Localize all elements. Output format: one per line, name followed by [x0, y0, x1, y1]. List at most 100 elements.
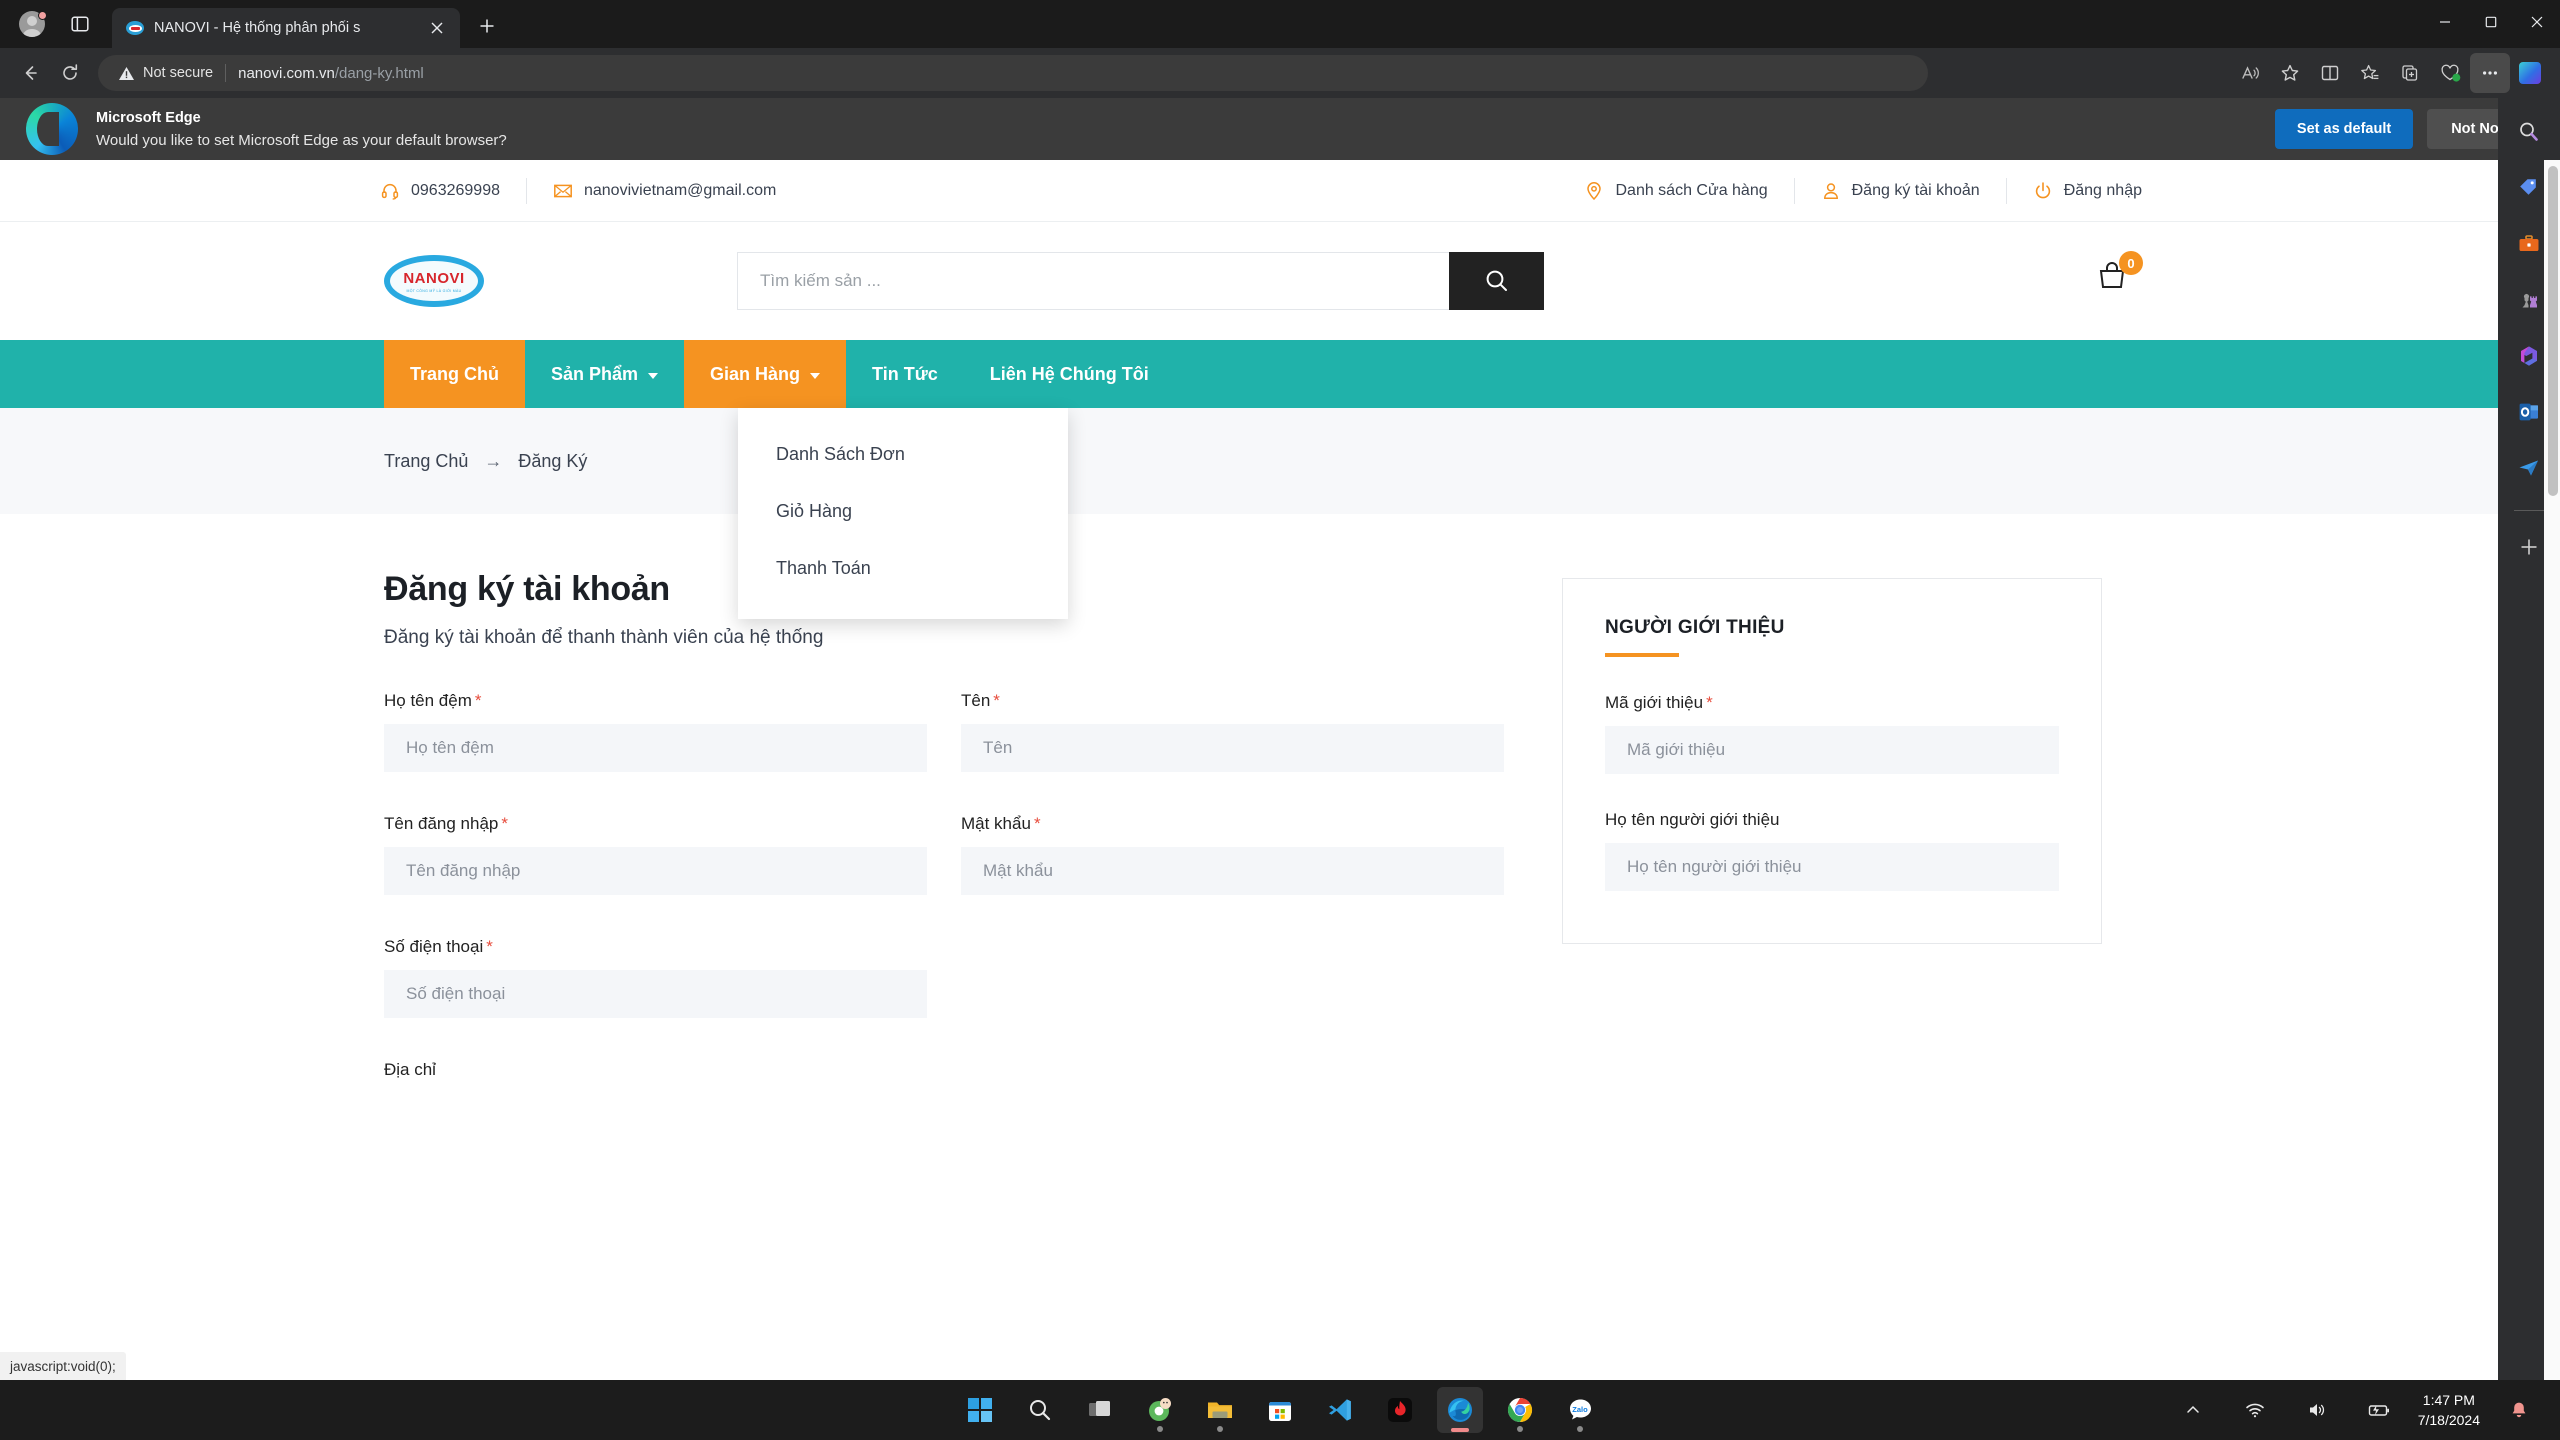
ho-ten-dem-input[interactable] — [384, 724, 927, 772]
field-ho-ten-nguoi-gioi-thieu: Họ tên người giới thiệu — [1605, 810, 2059, 891]
sidebar-add-icon[interactable] — [2509, 527, 2549, 567]
nav-item-san-pham[interactable]: Sản Phẩm — [525, 340, 684, 408]
field-ma-gioi-thieu: Mã giới thiệu* — [1605, 693, 2059, 774]
settings-and-more-icon[interactable] — [2470, 53, 2510, 93]
nav-item-lien-he[interactable]: Liên Hệ Chúng Tôi — [964, 340, 1175, 408]
ho-ten-nguoi-gioi-thieu-input[interactable] — [1605, 843, 2059, 891]
collections-icon[interactable] — [2390, 53, 2430, 93]
dropdown-item-thanh-toan[interactable]: Thanh Toán — [738, 540, 1068, 597]
google-chrome-icon[interactable] — [1497, 1387, 1543, 1433]
browser-titlebar: NANOVI - Hệ thống phân phối s — [0, 0, 2560, 48]
nav-item-tin-tuc[interactable]: Tin Tức — [846, 340, 964, 408]
browser-tab[interactable]: NANOVI - Hệ thống phân phối s — [112, 8, 460, 48]
zalo-icon[interactable]: Zalo — [1557, 1387, 1603, 1433]
sidebar-microsoft-365-icon[interactable] — [2509, 336, 2549, 376]
security-label: Not secure — [143, 65, 213, 81]
nav-item-gian-hang[interactable]: Gian Hàng — [684, 340, 846, 408]
wifi-icon[interactable] — [2232, 1387, 2278, 1433]
task-view-icon[interactable] — [1077, 1387, 1123, 1433]
vscode-icon[interactable] — [1317, 1387, 1363, 1433]
ten-dang-nhap-input[interactable] — [384, 847, 927, 895]
sidebar-search-icon[interactable] — [2509, 112, 2549, 152]
so-dien-thoai-input[interactable] — [384, 970, 927, 1018]
email-contact[interactable]: nanovivietnam@gmail.com — [527, 176, 802, 206]
tab-actions-icon[interactable] — [60, 4, 100, 44]
add-favorite-icon[interactable] — [2270, 53, 2310, 93]
volume-icon[interactable] — [2294, 1387, 2340, 1433]
register-link[interactable]: Đăng ký tài khoản — [1795, 176, 2006, 206]
sidebar-games-icon[interactable] — [2509, 280, 2549, 320]
store-list-link[interactable]: Danh sách Cửa hàng — [1584, 176, 1793, 206]
chevron-down-icon — [810, 373, 820, 379]
close-tab-icon[interactable] — [424, 15, 450, 41]
taskbar-apps: Zalo — [957, 1387, 1603, 1433]
running-indicator — [1517, 1426, 1523, 1432]
ten-input[interactable] — [961, 724, 1504, 772]
sidebar-tools-icon[interactable] — [2509, 224, 2549, 264]
set-as-default-button[interactable]: Set as default — [2275, 109, 2413, 149]
security-app-icon[interactable] — [1137, 1387, 1183, 1433]
field-label: Tên* — [961, 691, 1504, 711]
site-search — [737, 252, 1544, 310]
cart-button[interactable]: 0 — [2094, 259, 2134, 303]
breadcrumb-current: Đăng Ký — [518, 451, 587, 472]
search-submit-button[interactable] — [1449, 252, 1544, 310]
sidebar-outlook-icon[interactable] — [2509, 392, 2549, 432]
notifications-bell-icon[interactable] — [2496, 1387, 2542, 1433]
copilot-icon[interactable] — [2510, 53, 2550, 93]
sidebar-shopping-tag-icon[interactable] — [2509, 168, 2549, 208]
site-logo[interactable]: NANOVI MỘT CÔNG MỸ LÀ GIỚI MÀU — [384, 254, 484, 308]
windows-start-icon[interactable] — [957, 1387, 1003, 1433]
new-tab-button[interactable] — [468, 7, 506, 45]
site-security-indicator[interactable]: Not secure — [110, 65, 213, 82]
prompt-title: Microsoft Edge — [96, 110, 507, 126]
taskbar-clock[interactable]: 1:47 PM 7/18/2024 — [2418, 1390, 2480, 1431]
split-screen-icon[interactable] — [2310, 53, 2350, 93]
show-hidden-icons-icon[interactable] — [2170, 1387, 2216, 1433]
microsoft-edge-icon[interactable] — [1437, 1387, 1483, 1433]
breadcrumb-home[interactable]: Trang Chủ — [384, 451, 468, 472]
search-input[interactable] — [737, 252, 1449, 310]
phone-contact[interactable]: 0963269998 — [380, 176, 526, 206]
tab-title: NANOVI - Hệ thống phân phối s — [154, 20, 424, 36]
field-so-dien-thoai: Số điện thoại* — [384, 937, 927, 1018]
page-scrollbar[interactable] — [2544, 160, 2560, 1380]
user-icon — [1821, 181, 1841, 201]
nav-label: Liên Hệ Chúng Tôi — [990, 364, 1149, 385]
login-link[interactable]: Đăng nhập — [2007, 176, 2168, 206]
label-text: Số điện thoại — [384, 937, 483, 956]
nav-item-trang-chu[interactable]: Trang Chủ — [384, 340, 525, 408]
link-status-bar: javascript:void(0); — [0, 1352, 126, 1380]
maximize-button[interactable] — [2468, 0, 2514, 44]
battery-charging-icon[interactable] — [2356, 1387, 2402, 1433]
garena-icon[interactable] — [1377, 1387, 1423, 1433]
site-topbar-links: Danh sách Cửa hàng Đăng ký tài khoản Đăn… — [1584, 176, 2168, 206]
sidebar-drop-send-icon[interactable] — [2509, 448, 2549, 488]
dropdown-item-gio-hang[interactable]: Giỏ Hàng — [738, 483, 1068, 540]
clock-date: 7/18/2024 — [2418, 1410, 2480, 1430]
nav-label: Tin Tức — [872, 364, 938, 385]
minimize-button[interactable] — [2422, 0, 2468, 44]
microsoft-store-icon[interactable] — [1257, 1387, 1303, 1433]
mat-khau-input[interactable] — [961, 847, 1504, 895]
favorites-icon[interactable] — [2350, 53, 2390, 93]
profile-button[interactable] — [10, 4, 54, 44]
dropdown-item-danh-sach-don[interactable]: Danh Sách Đơn — [738, 426, 1068, 483]
back-button-icon[interactable] — [10, 53, 50, 93]
file-explorer-icon[interactable] — [1197, 1387, 1243, 1433]
phone-number: 0963269998 — [411, 182, 500, 200]
close-window-button[interactable] — [2514, 0, 2560, 44]
required-asterisk: * — [1034, 814, 1041, 833]
form-row-4: Địa chỉ — [384, 1060, 1514, 1080]
taskbar-search-icon[interactable] — [1017, 1387, 1063, 1433]
reload-button-icon[interactable] — [50, 53, 90, 93]
ma-gioi-thieu-input[interactable] — [1605, 726, 2059, 774]
favicon-nanovi-icon — [126, 21, 144, 35]
read-aloud-icon[interactable] — [2230, 53, 2270, 93]
sidebar-divider — [2514, 510, 2544, 511]
browser-essentials-icon[interactable] — [2430, 53, 2470, 93]
address-bar[interactable]: Not secure nanovi.com.vn/dang-ky.html — [98, 55, 1928, 91]
omnibox-divider — [225, 64, 226, 82]
scrollbar-thumb[interactable] — [2548, 166, 2558, 496]
label-text: Họ tên đệm — [384, 691, 472, 710]
